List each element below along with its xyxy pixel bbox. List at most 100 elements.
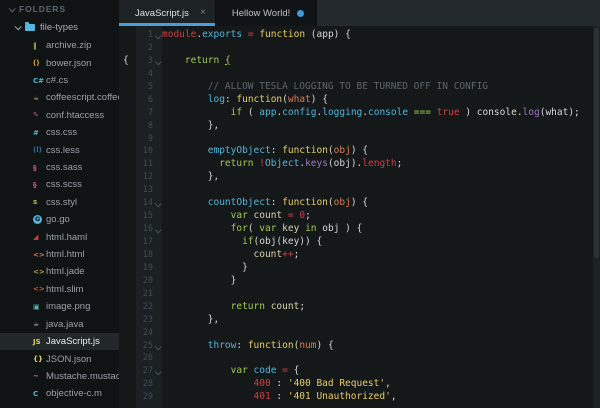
sidebar-item-file[interactable]: {} JSON.json [0, 350, 119, 367]
code-line[interactable]: 23 }, [119, 314, 600, 327]
code-line[interactable]: 29 401 : '401 Unauthorized', [119, 391, 600, 404]
line-number: 15 [142, 211, 153, 222]
code-text: 400 : '400 Bad Request', [253, 378, 391, 390]
sidebar-item-file[interactable]: <> html.jade [0, 263, 119, 280]
sidebar-item-file[interactable]: § css.scss [0, 176, 119, 193]
close-icon[interactable]: × [200, 7, 206, 18]
code-line[interactable]: 2 [119, 42, 600, 55]
sidebar-item-file[interactable]: C# c#.cs [0, 72, 119, 89]
code-line[interactable]: 12 }, [119, 171, 600, 184]
fold-toggle[interactable] [153, 197, 162, 210]
chevron-down-icon [154, 226, 162, 234]
code-line[interactable]: 5 // ALLOW TESLA LOGGING TO BE TURNED OF… [119, 81, 600, 94]
gutter-brace [119, 365, 136, 378]
code-text: for( var key in obj ) { [230, 223, 363, 235]
code-line[interactable]: 21 [119, 288, 600, 301]
code-line[interactable]: 16 for( var key in obj ) { [119, 223, 600, 236]
code-line[interactable]: 11 return !Object.keys(obj).length; [119, 158, 600, 171]
editor-tab[interactable]: Hellow World! [215, 0, 318, 26]
fold-toggle [153, 68, 162, 81]
code-line[interactable]: 13 [119, 184, 600, 197]
sidebar-item-file[interactable]: ☕ java.java [0, 316, 119, 333]
fold-toggle[interactable] [153, 340, 162, 353]
code-line[interactable]: 7 if ( app.config.logging.console === tr… [119, 107, 600, 120]
fold-toggle [153, 352, 162, 365]
gutter-brace [119, 223, 136, 236]
folders-header[interactable]: FOLDERS [0, 0, 119, 18]
scrollbar-thumb[interactable] [594, 28, 599, 258]
code-line[interactable]: 14 countObject: function(obj) { [119, 197, 600, 210]
gutter-brace [119, 301, 136, 314]
fold-toggle [153, 378, 162, 391]
sidebar-item-file[interactable]: JS JavaScript.js [0, 332, 119, 351]
file-name-label: css.sass [46, 162, 83, 174]
gutter-brace [119, 107, 136, 120]
code-line[interactable]: 4 [119, 68, 600, 81]
sidebar-item-file[interactable]: Cobjective-c.m [0, 385, 119, 402]
file-name-label: css.less [46, 144, 80, 156]
java-icon: ☕ [33, 320, 40, 329]
gutter-brace [119, 68, 136, 81]
fold-toggle[interactable] [153, 55, 162, 68]
code-line[interactable]: {3 return { [119, 55, 600, 68]
vertical-scrollbar[interactable] [593, 26, 600, 408]
sidebar-item-file[interactable]: ▣ image.png [0, 298, 119, 315]
code-text: // ALLOW TESLA LOGGING TO BE TURNED OFF … [207, 80, 489, 92]
editor-tab[interactable]: JavaScript.js × [119, 0, 216, 26]
sidebar-item-file[interactable]: ☕ coffeescript.coffee [0, 89, 119, 106]
sidebar-item-file[interactable]: () bower.json [0, 54, 119, 71]
sidebar-item-file[interactable]: § css.sass [0, 159, 119, 176]
css-icon: # [33, 128, 39, 137]
sidebar-item-file[interactable]: s css.styl [0, 194, 119, 211]
fold-toggle[interactable] [153, 29, 162, 42]
code-line[interactable]: 1 module.exports = function (app) { [119, 29, 600, 42]
editor-pane[interactable]: 1 module.exports = function (app) {2 {3 re… [119, 26, 600, 408]
fold-toggle [153, 42, 162, 55]
file-name-label: JavaScript.js [46, 336, 100, 348]
code-line[interactable]: 19 } [119, 262, 600, 275]
code-line[interactable]: 18 count++; [119, 249, 600, 262]
mustache-icon: ~ [33, 372, 39, 381]
line-number: 7 [147, 107, 153, 118]
fold-toggle[interactable] [153, 365, 162, 378]
sidebar-item-file[interactable]: # css.css [0, 124, 119, 141]
sidebar-item-file[interactable]: <> html.html [0, 246, 119, 263]
fold-toggle [153, 171, 162, 184]
file-name-label: css.styl [46, 196, 78, 208]
sidebar-item-file[interactable]: ◢ html.haml [0, 228, 119, 245]
sidebar-item-file[interactable]: <> html.slim [0, 281, 119, 298]
code-line[interactable]: 6 log: function(what) { [119, 94, 600, 107]
code-line[interactable]: 10 emptyObject: function(obj) { [119, 145, 600, 158]
code-line[interactable]: 9 [119, 133, 600, 146]
code-line[interactable]: 24 [119, 327, 600, 340]
line-number: 10 [142, 146, 153, 157]
code-line[interactable]: 15 var count = 0; [119, 210, 600, 223]
sidebar-item-root-folder[interactable]: file-types [0, 18, 119, 37]
gutter-brace [119, 327, 136, 340]
code-line[interactable]: 8 }, [119, 120, 600, 133]
fold-toggle [153, 301, 162, 314]
fold-toggle[interactable] [153, 223, 162, 236]
code-line[interactable]: 25 throw: function(num) { [119, 340, 600, 353]
tab-title-label: JavaScript.js [135, 7, 189, 19]
sidebar-item-file[interactable]: ~ Mustache.mustache [0, 368, 119, 385]
line-number: 4 [147, 68, 153, 79]
file-name-label: Mustache.mustache [46, 370, 119, 382]
line-number: 2 [147, 42, 153, 53]
line-number: 17 [142, 237, 153, 247]
code-line[interactable]: 17 if(obj(key)) { [119, 236, 600, 249]
code-line[interactable]: 27 var code = { [119, 365, 600, 378]
code-line[interactable]: 26 [119, 352, 600, 365]
sidebar-item-file[interactable]: ✎ conf.htaccess [0, 107, 119, 124]
sidebar-item-file[interactable]: Ggo.go [0, 211, 119, 228]
code-line[interactable]: 28 400 : '400 Bad Request', [119, 378, 600, 391]
code-text: count++; [253, 248, 300, 260]
code-line[interactable]: 20 } [119, 275, 600, 288]
sidebar-item-file[interactable]: ‖ archive.zip [0, 37, 119, 54]
sidebar-item-file[interactable]: (l) css.less [0, 141, 119, 158]
file-tree-sidebar: FOLDERS file-types ‖ archive.zip () bower.j… [0, 0, 119, 408]
line-number: 8 [147, 120, 153, 131]
gutter-brace [119, 210, 136, 223]
code-line[interactable]: 22 return count; [119, 301, 600, 314]
htaccess-icon: ✎ [33, 111, 39, 120]
